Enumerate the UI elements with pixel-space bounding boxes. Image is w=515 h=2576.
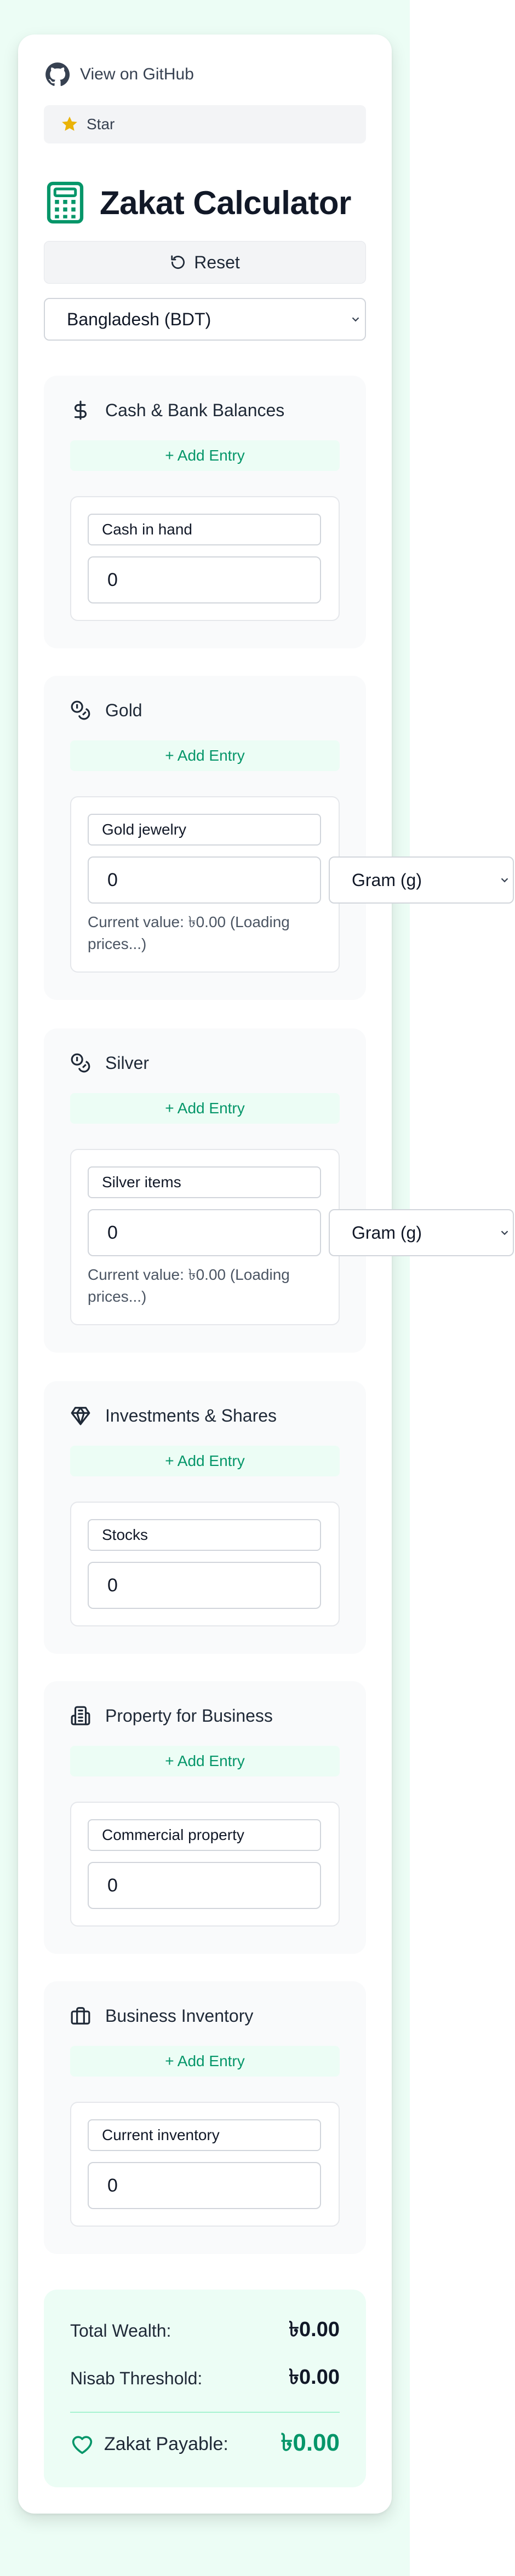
star-icon xyxy=(62,116,77,131)
header: Zakat Calculator xyxy=(46,178,351,227)
section-gold-header: Gold xyxy=(70,697,142,724)
dollar-icon xyxy=(74,400,87,420)
summary-divider xyxy=(70,2412,340,2413)
current-value-note: Current value: ৳0.00 (Loading prices...) xyxy=(88,1266,290,1305)
add-entry-button[interactable]: + Add Entry xyxy=(70,1446,340,1476)
coins-icon xyxy=(71,1053,90,1073)
section-cash-title: Cash & Bank Balances xyxy=(105,400,285,420)
entry-name-input[interactable]: Stocks xyxy=(88,1519,321,1551)
add-entry-button[interactable]: + Add Entry xyxy=(70,740,340,771)
reset-button[interactable]: Reset xyxy=(44,241,366,284)
entry-name-input[interactable]: Silver items xyxy=(88,1166,321,1198)
section-gold: Gold + Add Entry Gold jewelry 0 Gram (g)… xyxy=(44,676,514,1000)
entry-name-input[interactable]: Cash in hand xyxy=(88,514,321,545)
entry-card: Gold jewelry 0 Gram (g) Current value: ৳… xyxy=(70,796,514,973)
entry-amount-input[interactable]: 0 xyxy=(88,1562,321,1609)
section-silver: Silver + Add Entry Silver items 0 Gram (… xyxy=(44,1028,514,1353)
add-entry-button[interactable]: + Add Entry xyxy=(70,440,340,471)
zakat-payable-row: Zakat Payable: ৳0.00 xyxy=(70,2422,340,2466)
entry-card: Commercial property 0 xyxy=(70,1802,340,1927)
total-wealth-label: Total Wealth: xyxy=(70,2320,171,2341)
entry-amount-input[interactable]: 0 xyxy=(88,1862,321,1909)
section-inventory-header: Business Inventory xyxy=(70,2002,253,2029)
country-select-value: Bangladesh (BDT) xyxy=(67,309,211,329)
entry-amount-input[interactable]: 0 xyxy=(88,1209,321,1256)
entry-amount-input[interactable]: 0 xyxy=(88,556,321,603)
entry-amount-input[interactable]: 0 xyxy=(88,856,321,904)
total-wealth-value: ৳0.00 xyxy=(289,2318,340,2341)
entry-name-input[interactable]: Gold jewelry xyxy=(88,814,321,846)
entry-card: Cash in hand 0 xyxy=(70,496,340,621)
section-investments-title: Investments & Shares xyxy=(105,1405,277,1425)
zakat-payable-value: ৳0.00 xyxy=(281,2429,340,2456)
summary-panel: Total Wealth: ৳0.00 Nisab Threshold: ৳0.… xyxy=(44,2290,366,2487)
section-investments-header: Investments & Shares xyxy=(70,1402,277,1429)
section-investments: Investments & Shares + Add Entry Stocks … xyxy=(44,1381,366,1654)
coins-icon xyxy=(71,700,90,720)
github-link-label: View on GitHub xyxy=(80,65,194,83)
unit-select-value: Gram (g) xyxy=(352,1222,422,1243)
unit-select-value: Gram (g) xyxy=(352,870,422,890)
unit-select[interactable]: Gram (g) xyxy=(329,856,514,904)
calculator-icon xyxy=(47,181,84,224)
zakat-payable-label: Zakat Payable: xyxy=(104,2433,228,2454)
add-entry-button[interactable]: + Add Entry xyxy=(70,2046,340,2077)
section-silver-title: Silver xyxy=(105,1053,150,1073)
section-gold-title: Gold xyxy=(105,700,142,720)
total-wealth-row: Total Wealth: ৳0.00 xyxy=(70,2317,340,2344)
section-inventory: Business Inventory + Add Entry Current i… xyxy=(44,1981,366,2254)
star-button[interactable]: Star xyxy=(44,105,366,143)
current-value-note: Current value: ৳0.00 (Loading prices...) xyxy=(88,913,290,952)
country-select[interactable]: Bangladesh (BDT) xyxy=(44,298,366,341)
github-link[interactable]: View on GitHub xyxy=(44,59,194,90)
section-property-title: Property for Business xyxy=(105,1705,273,1726)
add-entry-button[interactable]: + Add Entry xyxy=(70,1093,340,1124)
entry-card: Stocks 0 xyxy=(70,1502,340,1626)
section-cash: Cash & Bank Balances + Add Entry Cash in… xyxy=(44,376,366,648)
gem-icon xyxy=(71,1407,90,1425)
page-title: Zakat Calculator xyxy=(100,184,351,221)
nisab-label: Nisab Threshold: xyxy=(70,2368,203,2388)
chevron-down-icon xyxy=(501,1231,508,1235)
unit-select[interactable]: Gram (g) xyxy=(329,1209,514,1256)
section-property: Property for Business + Add Entry Commer… xyxy=(44,1681,366,1954)
section-property-header: Property for Business xyxy=(70,1702,273,1729)
github-icon xyxy=(45,62,70,87)
section-cash-header: Cash & Bank Balances xyxy=(70,396,284,424)
briefcase-icon xyxy=(71,2007,90,2025)
reset-icon xyxy=(171,255,185,269)
star-label: Star xyxy=(87,116,115,133)
chevron-down-icon xyxy=(352,317,359,322)
building-icon xyxy=(71,1706,90,1726)
reset-label: Reset xyxy=(194,252,240,272)
entry-name-input[interactable]: Commercial property xyxy=(88,1819,321,1851)
entry-amount-input[interactable]: 0 xyxy=(88,2162,321,2209)
section-silver-header: Silver xyxy=(70,1049,149,1077)
heart-icon xyxy=(72,2436,93,2454)
chevron-down-icon xyxy=(501,878,508,883)
nisab-row: Nisab Threshold: ৳0.00 xyxy=(70,2365,340,2392)
section-inventory-title: Business Inventory xyxy=(105,2005,254,2026)
entry-card: Silver items 0 Gram (g) Current value: ৳… xyxy=(70,1149,514,1325)
nisab-value: ৳0.00 xyxy=(289,2366,340,2389)
entry-card: Current inventory 0 xyxy=(70,2102,340,2227)
add-entry-button[interactable]: + Add Entry xyxy=(70,1746,340,1776)
entry-name-input[interactable]: Current inventory xyxy=(88,2119,321,2151)
